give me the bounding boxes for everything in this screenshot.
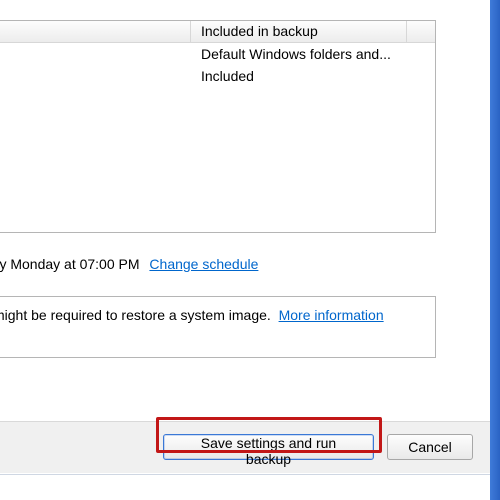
more-information-link[interactable]: More information	[279, 307, 384, 323]
schedule-fragment: very Monday at 07:00 PM	[0, 256, 140, 272]
list-header-col2[interactable]: Included in backup	[191, 21, 407, 42]
row-value: Default Windows folders and...	[191, 46, 435, 62]
dialog-client-area: Included in backup Default Windows folde…	[0, 0, 482, 500]
table-row[interactable]: Default Windows folders and...	[0, 43, 435, 65]
separator	[0, 474, 490, 475]
backup-items-list[interactable]: Included in backup Default Windows folde…	[0, 20, 436, 233]
window-border-right	[490, 0, 500, 500]
change-schedule-link[interactable]: Change schedule	[149, 256, 258, 272]
warning-fragment: might be required to restore a system im…	[0, 307, 271, 323]
cancel-button[interactable]: Cancel	[387, 434, 473, 460]
system-image-warning: might be required to restore a system im…	[0, 296, 436, 358]
list-header: Included in backup	[0, 21, 435, 43]
window-fragment: Included in backup Default Windows folde…	[0, 0, 500, 500]
table-row[interactable]: Included	[0, 65, 435, 87]
row-value: Included	[191, 68, 435, 84]
list-header-col3[interactable]	[407, 21, 435, 42]
save-and-run-button[interactable]: Save settings and run backup	[163, 434, 374, 460]
list-header-col1[interactable]	[0, 21, 191, 42]
schedule-text: very Monday at 07:00 PM Change schedule	[0, 256, 460, 272]
dialog-button-bar: Save settings and run backup Cancel	[0, 421, 490, 473]
